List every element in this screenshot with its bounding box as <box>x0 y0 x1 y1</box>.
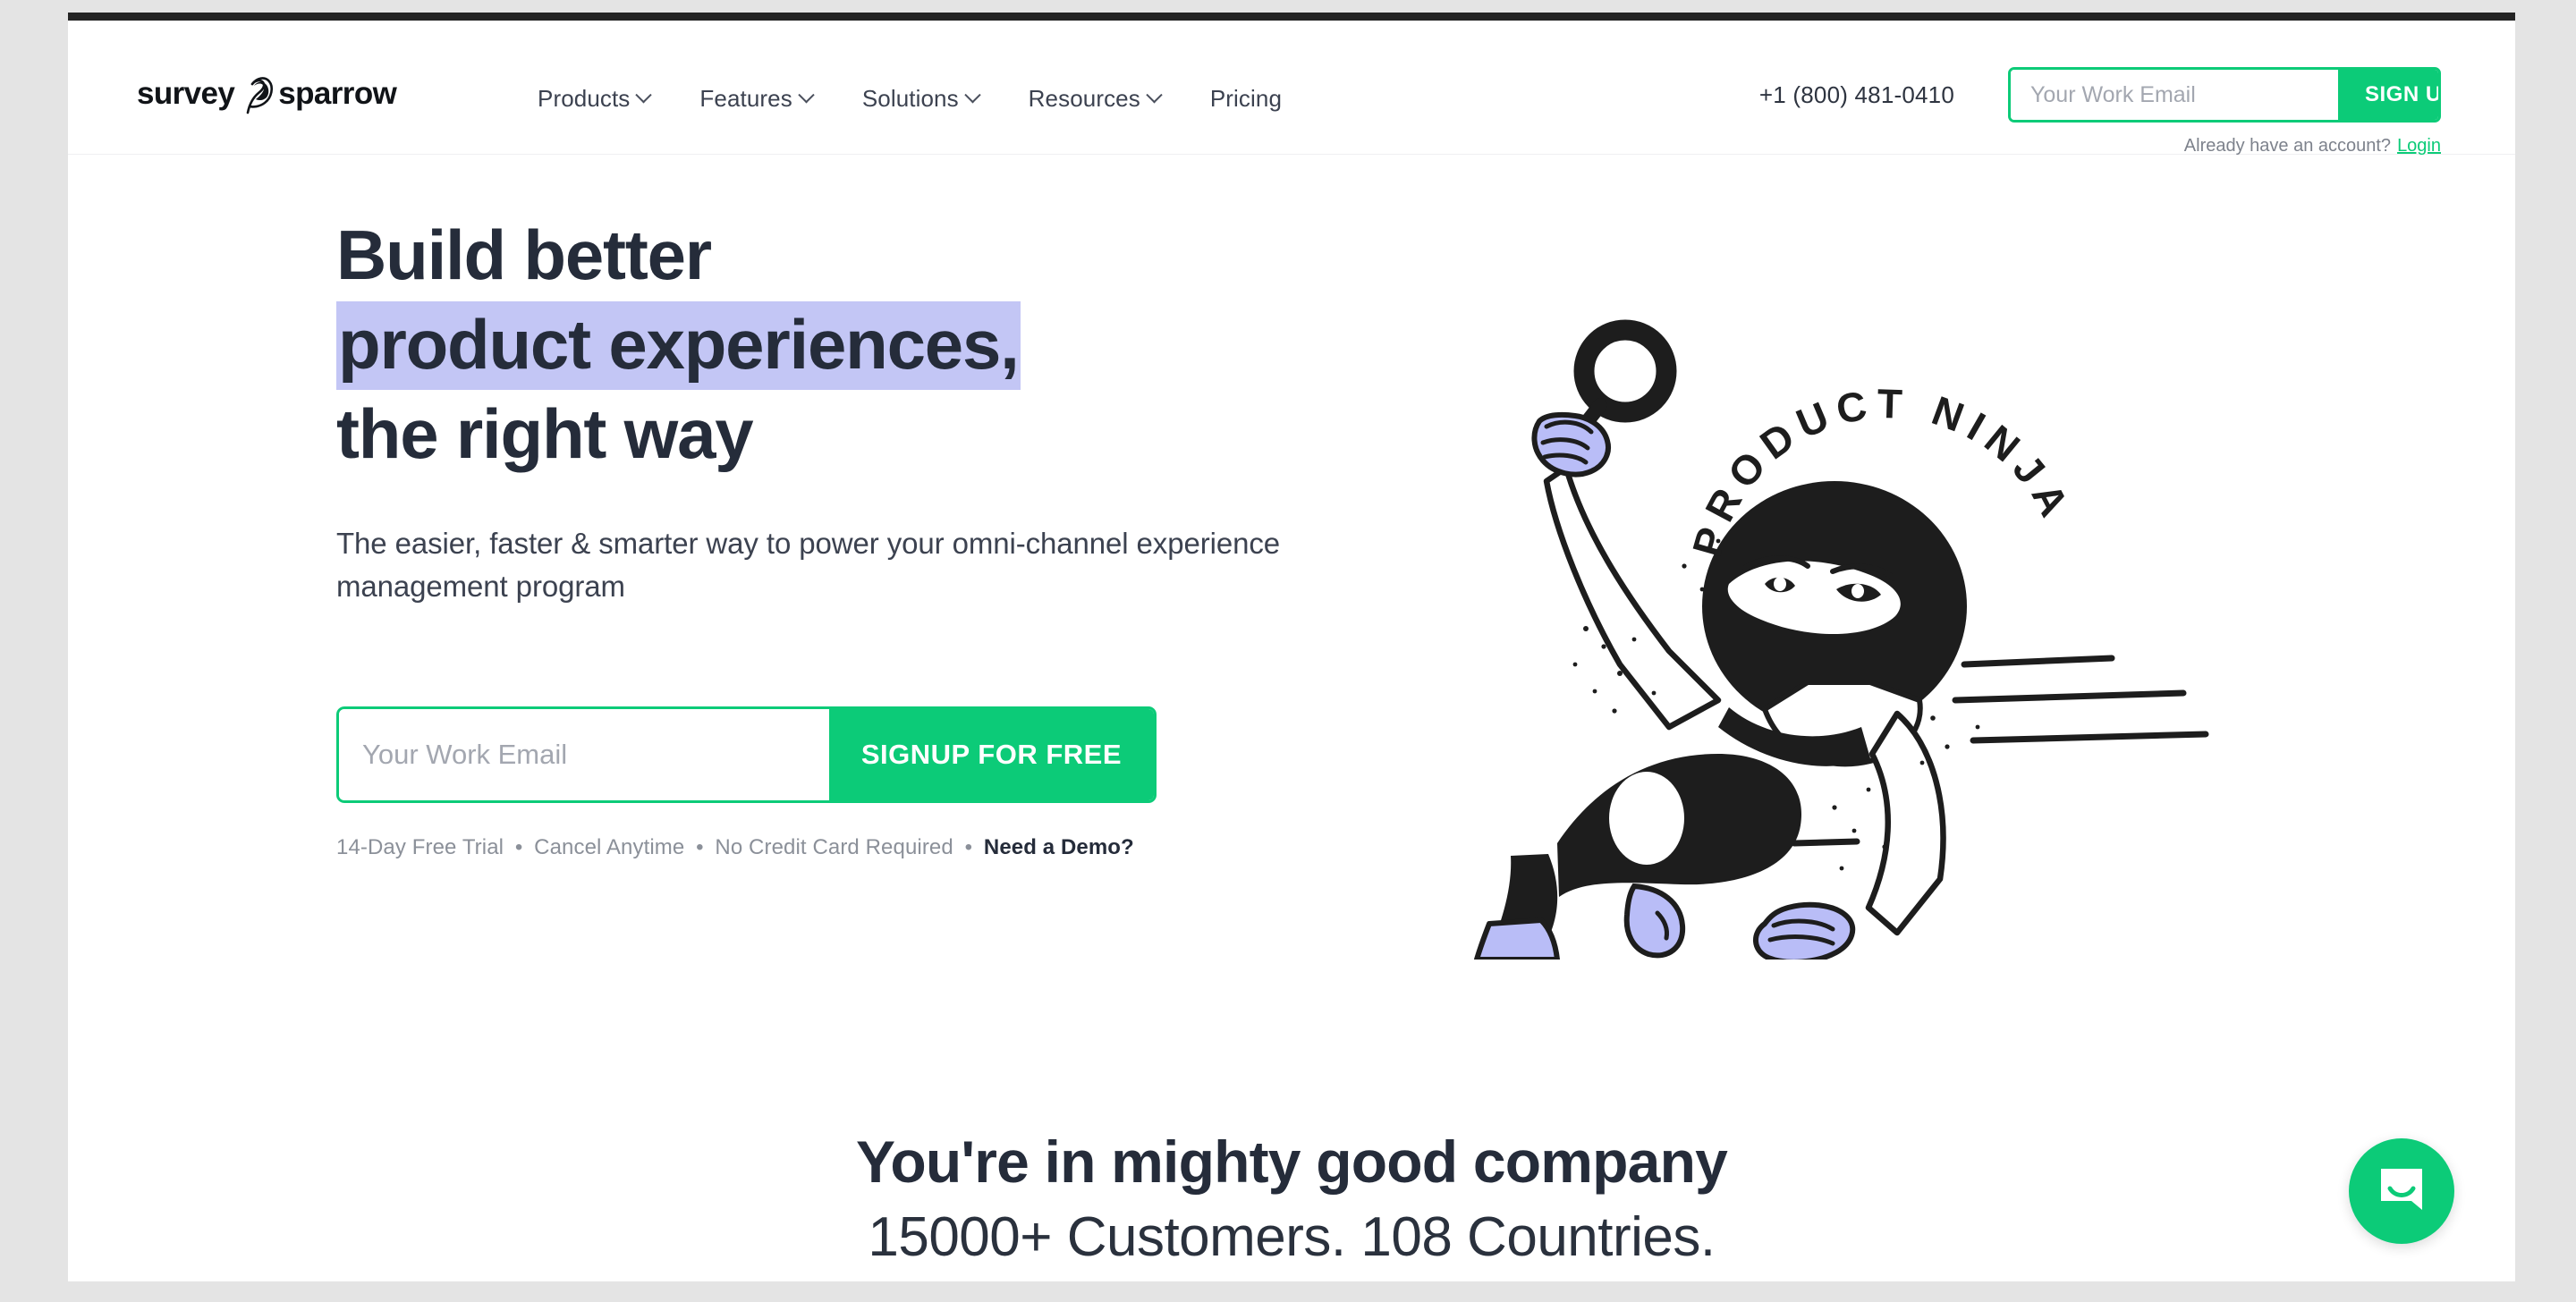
browser-top-bar <box>68 13 2515 21</box>
hero-email-input[interactable] <box>339 708 829 800</box>
already-have-account-row: Already have an account? Login <box>2184 136 2441 156</box>
nav-item-solutions[interactable]: Solutions <box>862 85 1013 113</box>
site-logo[interactable]: survey sparrow <box>137 72 397 114</box>
nav-label-pricing: Pricing <box>1209 85 1283 112</box>
chevron-down-icon <box>1146 87 1163 104</box>
nav-label-resources: Resources <box>1028 85 1140 112</box>
hero-cta-row: SIGNUP FOR FREE 14-Day Free Trial • Canc… <box>336 706 1410 860</box>
hero-signup-button[interactable]: SIGNUP FOR FREE <box>828 708 1154 800</box>
header-top-row: +1 (800) 481-0410 SIGN UP <box>1759 67 2441 123</box>
chat-launcher-button[interactable] <box>2349 1138 2454 1244</box>
page-content: survey sparrow Products Features Solutio… <box>68 21 2515 1281</box>
hero-subheadline: The easier, faster & smarter way to powe… <box>336 527 1280 603</box>
headline-line-3: the right way <box>336 394 754 473</box>
logo-text-survey: survey <box>137 75 235 111</box>
need-a-demo-link[interactable]: Need a Demo? <box>984 835 1134 859</box>
chevron-down-icon <box>798 87 815 104</box>
product-ninja-illustration: PRODUCT NINJA <box>1450 307 2219 960</box>
social-proof-title: You're in mighty good company <box>856 1129 1728 1195</box>
headline-highlight: product experiences, <box>336 301 1021 390</box>
social-proof-section: You're in mighty good company 15000+ Cus… <box>68 986 2515 1271</box>
hero-section: Build better product experiences, the ri… <box>68 155 2515 986</box>
phone-number[interactable]: +1 (800) 481-0410 <box>1759 81 1954 109</box>
nav-item-products[interactable]: Products <box>538 85 683 113</box>
logo-text-sparrow: sparrow <box>278 75 397 111</box>
trial-separator-2: • <box>696 834 704 859</box>
main-navigation: Products Features Solutions Resources Pr… <box>538 85 1282 113</box>
trial-term-2: Cancel Anytime <box>534 834 685 859</box>
nav-item-features[interactable]: Features <box>699 85 845 113</box>
nav-label-features: Features <box>699 85 792 112</box>
login-link[interactable]: Login <box>2397 136 2441 156</box>
header-inner: survey sparrow Products Features Solutio… <box>68 21 2515 156</box>
header-right-cluster: +1 (800) 481-0410 SIGN UP Already have a… <box>1759 67 2441 156</box>
hero-copy-block: Build better product experiences, the ri… <box>336 220 1410 860</box>
header-signup-group: SIGN UP <box>2008 67 2441 123</box>
nav-label-products: Products <box>538 85 631 112</box>
page-title: Build better product experiences, the ri… <box>336 220 1410 469</box>
site-header: survey sparrow Products Features Solutio… <box>68 21 2515 156</box>
headline-line-2: product experiences, <box>336 301 1410 390</box>
social-proof-subtitle: 15000+ Customers. 108 Countries. <box>868 1205 1716 1268</box>
header-email-input[interactable] <box>2011 70 2338 120</box>
nav-item-resources[interactable]: Resources <box>1029 85 1194 113</box>
nav-item-pricing[interactable]: Pricing <box>1210 85 1282 113</box>
trial-separator-3: • <box>964 834 973 859</box>
trial-term-1: 14-Day Free Trial <box>336 834 504 859</box>
headline-line-1: Build better <box>336 216 712 294</box>
already-have-account-text: Already have an account? <box>2183 136 2392 156</box>
trial-separator-1: • <box>514 834 523 859</box>
sparrow-swirl-mark-icon <box>235 73 276 114</box>
trial-term-3: No Credit Card Required <box>715 834 953 859</box>
chevron-down-icon <box>963 87 981 104</box>
intercom-chat-icon <box>2376 1163 2428 1220</box>
chevron-down-icon <box>635 87 653 104</box>
browser-viewport: survey sparrow Products Features Solutio… <box>0 0 2576 1302</box>
trial-terms-line: 14-Day Free Trial • Cancel Anytime • No … <box>336 835 1410 860</box>
header-signup-button[interactable]: SIGN UP <box>2338 70 2438 120</box>
nav-label-solutions: Solutions <box>861 85 959 112</box>
hero-signup-group: SIGNUP FOR FREE <box>336 706 1157 803</box>
